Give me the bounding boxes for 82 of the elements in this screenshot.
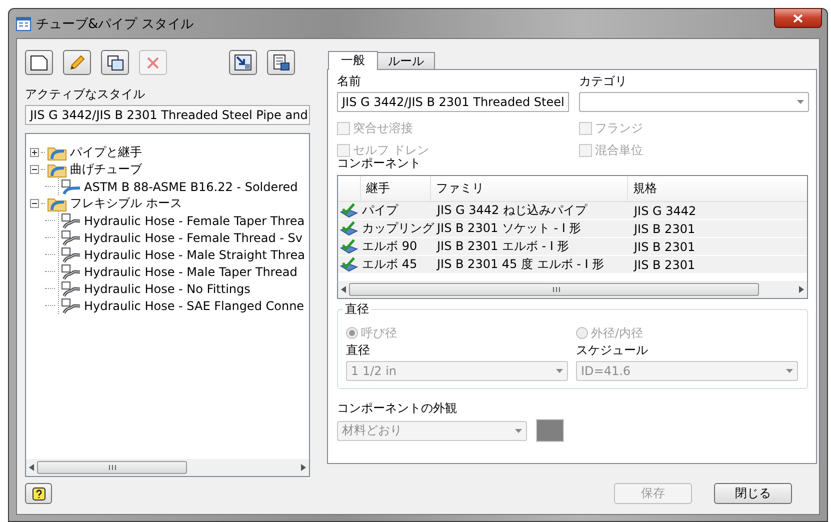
tree-item[interactable]: Hydraulic Hose - No Fittings	[83, 282, 252, 296]
table-cell-text: JIS B 2301	[632, 222, 696, 236]
caret-icon	[556, 369, 563, 373]
help-button[interactable]	[25, 483, 52, 504]
hose-style-icon	[61, 230, 81, 246]
collapse-icon[interactable]	[30, 199, 39, 208]
active-style-field: JIS G 3442/JIS B 2301 Threaded Steel Pipe and	[25, 105, 310, 125]
column-header[interactable]: ファミリ	[430, 176, 627, 201]
expand-icon[interactable]	[30, 148, 39, 157]
help-icon	[32, 486, 46, 500]
tree-item[interactable]: 曲げチューブ	[69, 161, 143, 178]
edit-style-button[interactable]	[63, 50, 91, 75]
folder-icon	[47, 196, 67, 212]
folder-icon	[47, 162, 67, 178]
name-label: 名前	[337, 74, 362, 89]
scroll-right-icon[interactable]	[799, 286, 804, 293]
table-cell-text: エルボ 45	[361, 256, 418, 273]
diameter-label: 直径	[346, 343, 371, 358]
new-style-button[interactable]	[25, 50, 53, 75]
caret-icon	[797, 100, 804, 104]
caret-icon	[786, 369, 793, 373]
tab[interactable]: ルール	[377, 52, 435, 69]
table-cell-text: JIS G 3442 ねじ込みパイプ	[435, 202, 588, 219]
copy-style-button[interactable]	[101, 50, 129, 75]
hose-style-icon	[61, 212, 81, 228]
dialog-button[interactable]: 閉じる	[714, 483, 792, 504]
grip-icon	[108, 465, 116, 470]
category-label: カテゴリ	[579, 74, 628, 89]
collapse-icon[interactable]	[30, 165, 39, 174]
delete-icon	[146, 56, 160, 70]
window-title: チューブ&パイプ スタイル	[36, 16, 194, 32]
tree-item[interactable]: Hydraulic Hose - Female Thread - Sv	[83, 230, 304, 244]
horizontal-scrollbar[interactable]	[338, 281, 807, 298]
scroll-left-icon[interactable]	[341, 286, 346, 293]
hose-style-icon	[61, 264, 81, 280]
app-icon	[16, 16, 31, 30]
active-style-label: アクティブなスタイル	[25, 88, 146, 101]
horizontal-scrollbar[interactable]	[26, 459, 309, 476]
table-cell-text: JIS G 3442	[632, 204, 698, 218]
tree-item[interactable]: ASTM B 88-ASME B16.22 - Soldered	[83, 180, 299, 194]
components-label: コンポーネント	[337, 156, 422, 171]
table-cell-text: JIS B 2301 ソケット - I 形	[435, 220, 582, 237]
table-cell-text: JIS B 2301 45 度 エルボ - I 形	[435, 256, 606, 273]
column-header[interactable]: 継手	[360, 176, 430, 201]
scroll-thumb[interactable]	[37, 461, 187, 474]
grip-icon	[553, 287, 560, 292]
appearance-label: コンポーネントの外観	[337, 401, 458, 416]
copy-pages-icon	[106, 54, 124, 70]
blank-page-icon	[30, 54, 48, 70]
table-cell-text: JIS B 2301	[632, 240, 696, 254]
tree-item[interactable]: フレキシブル ホース	[69, 195, 183, 212]
schedule-label: スケジュール	[576, 343, 649, 358]
hose-style-icon	[61, 298, 81, 314]
tube-style-icon	[61, 178, 81, 194]
tree-item[interactable]: パイプと継手	[69, 144, 143, 161]
tree-item[interactable]: Hydraulic Hose - Male Taper Thread	[83, 264, 298, 278]
folder-icon	[47, 144, 67, 160]
import-picture-icon	[234, 54, 252, 71]
tree-item[interactable]: Hydraulic Hose - Female Taper Threa	[83, 214, 306, 228]
hose-style-icon	[61, 246, 81, 262]
caret-icon	[515, 428, 522, 432]
column-header[interactable]: 規格	[627, 176, 807, 201]
table-cell-text: JIS B 2301	[632, 258, 696, 272]
table-cell-text: パイプ	[361, 202, 400, 219]
table-cell-text: JIS B 2301 エルボ - I 形	[435, 238, 570, 255]
close-button[interactable]	[774, 8, 822, 28]
name-field[interactable]: JIS G 3442/JIS B 2301 Threaded Steel	[337, 92, 569, 112]
group-title: 直径	[343, 302, 371, 317]
close-icon	[793, 14, 803, 22]
hose-style-icon	[61, 280, 81, 296]
tree-item[interactable]: Hydraulic Hose - Male Straight Threa	[83, 248, 306, 262]
tree-item[interactable]: Hydraulic Hose - SAE Flanged Conne	[83, 298, 306, 312]
table-cell-text: エルボ 90	[361, 238, 418, 255]
save-document-icon	[272, 54, 290, 71]
pencil-icon	[69, 54, 85, 70]
tab[interactable]: 一般	[328, 51, 378, 70]
export-button[interactable]	[267, 50, 295, 75]
scroll-thumb[interactable]	[349, 283, 759, 296]
table-cell-text: カップリング	[361, 220, 433, 237]
scroll-left-icon[interactable]	[29, 464, 34, 471]
import-button[interactable]	[229, 50, 257, 75]
scroll-right-icon[interactable]	[301, 464, 306, 471]
